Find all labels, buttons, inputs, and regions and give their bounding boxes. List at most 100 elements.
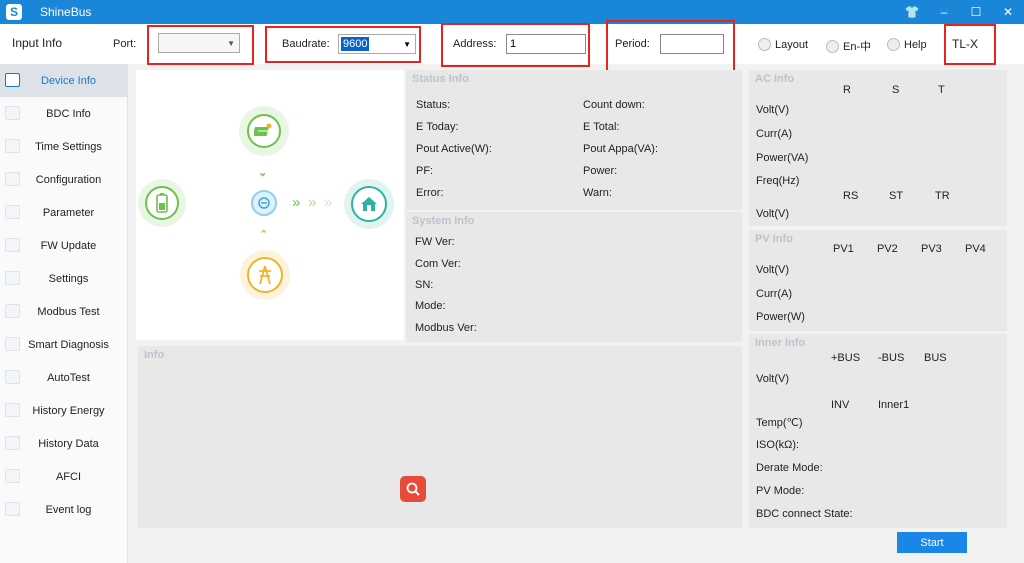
gear-icon xyxy=(5,271,20,285)
sidebar-item-time-settings[interactable]: Time Settings xyxy=(0,130,127,163)
ac-info-panel: AC Info R S T Volt(V) Curr(A) Power(VA) … xyxy=(749,70,1007,226)
panel-title: System Info xyxy=(412,215,475,227)
line-rs-header: RS xyxy=(843,190,859,202)
sidebar-item-parameter[interactable]: Parameter xyxy=(0,196,127,229)
e-today-label: E Today: xyxy=(416,121,459,133)
language-button[interactable]: En-中 xyxy=(826,38,871,54)
phase-r-header: R xyxy=(843,84,851,96)
grid-tower-icon xyxy=(247,257,283,293)
sidebar-item-smart-diagnosis[interactable]: Smart Diagnosis xyxy=(0,328,127,361)
warn-label: Warn: xyxy=(583,187,612,199)
bus-volt-label: Volt(V) xyxy=(756,373,790,385)
panel-title: PV Info xyxy=(755,233,793,245)
temp-label: Temp(℃) xyxy=(756,417,803,429)
flow-arrow: » xyxy=(308,194,317,211)
energy-flow-diagram: ⌄ » » » ⌃ xyxy=(136,70,404,340)
annotation-box-address xyxy=(441,23,590,67)
phase-s-header: S xyxy=(892,84,900,96)
panel-title: Status Info xyxy=(412,73,469,85)
sidebar-item-event-log[interactable]: Event log xyxy=(0,493,127,526)
help-label: Help xyxy=(904,38,927,51)
minimize-button[interactable]: – xyxy=(928,0,960,24)
line-tr-header: TR xyxy=(935,190,950,202)
count-down-label: Count down: xyxy=(583,99,645,111)
pv-volt-label: Volt(V) xyxy=(756,264,790,276)
e-total-label: E Total: xyxy=(583,121,620,133)
ac-line-volt-label: Volt(V) xyxy=(756,208,790,220)
battery-icon xyxy=(145,186,179,220)
ac-freq-label: Freq(Hz) xyxy=(756,175,800,187)
ac-volt-label: Volt(V) xyxy=(756,104,790,116)
close-button[interactable]: ✕ xyxy=(992,0,1024,24)
mode-label: Mode: xyxy=(415,300,446,312)
app-logo-icon: S xyxy=(6,4,22,20)
sidebar-item-history-data[interactable]: History Data xyxy=(0,427,127,460)
maximize-button[interactable]: ☐ xyxy=(960,0,992,24)
sidebar-item-settings[interactable]: Settings xyxy=(0,262,127,295)
sidebar: Device Info BDC Info Time Settings Confi… xyxy=(0,64,128,563)
ac-curr-label: Curr(A) xyxy=(756,128,793,140)
layout-label: Layout xyxy=(775,38,809,51)
upload-icon xyxy=(5,238,20,252)
bus-header: BUS xyxy=(924,352,947,364)
fw-ver-label: FW Ver: xyxy=(415,236,455,248)
pout-active-label: Pout Active(W): xyxy=(416,143,492,155)
search-button[interactable] xyxy=(400,476,426,502)
sidebar-item-bdc-info[interactable]: BDC Info xyxy=(0,97,127,130)
sidebar-item-autotest[interactable]: AutoTest xyxy=(0,361,127,394)
diagnosis-icon xyxy=(5,337,20,351)
modbus-ver-label: Modbus Ver: xyxy=(415,322,477,334)
layout-icon xyxy=(758,38,771,51)
solar-panel-icon xyxy=(247,114,281,148)
sidebar-item-fw-update[interactable]: FW Update xyxy=(0,229,127,262)
document-icon xyxy=(5,73,20,87)
help-button[interactable]: Help xyxy=(887,38,927,51)
chevron-down-icon: ⌄ xyxy=(258,167,268,179)
status-info-panel: Status Info Status: E Today: Pout Active… xyxy=(406,70,742,210)
panel-title: AC Info xyxy=(755,73,795,85)
minus-bus-header: -BUS xyxy=(878,352,905,364)
inv-temp-header: INV xyxy=(831,399,850,411)
clock-icon xyxy=(5,139,20,153)
power-label: Power: xyxy=(583,165,618,177)
autotest-icon xyxy=(5,370,20,384)
pv4-header: PV4 xyxy=(965,243,986,255)
pv-curr-label: Curr(A) xyxy=(756,288,793,300)
sn-label: SN: xyxy=(415,279,434,291)
com-ver-label: Com Ver: xyxy=(415,258,461,270)
status-label: Status: xyxy=(416,99,451,111)
pv-power-label: Power(W) xyxy=(756,311,805,323)
line-st-header: ST xyxy=(889,190,904,202)
phase-t-header: T xyxy=(938,84,945,96)
search-icon xyxy=(406,482,420,496)
sidebar-item-history-energy[interactable]: History Energy xyxy=(0,394,127,427)
skin-icon[interactable]: 👕 xyxy=(896,0,928,24)
layout-button[interactable]: Layout xyxy=(758,38,808,51)
chevron-up-icon: ⌃ xyxy=(259,229,269,241)
error-label: Error: xyxy=(416,187,444,199)
pv2-header: PV2 xyxy=(877,243,898,255)
title-bar: S ShineBus 👕 – ☐ ✕ xyxy=(0,0,1024,24)
afci-icon xyxy=(5,469,20,483)
globe-icon xyxy=(826,39,839,53)
sidebar-item-modbus-test[interactable]: Modbus Test xyxy=(0,295,127,328)
language-label: En-中 xyxy=(843,41,872,53)
sidebar-item-configuration[interactable]: Configuration xyxy=(0,163,127,196)
inverter-icon xyxy=(251,190,277,216)
system-info-panel: System Info FW Ver: Com Ver: SN: Mode: M… xyxy=(406,212,742,342)
start-button[interactable]: Start xyxy=(897,532,967,553)
annotation-box-port xyxy=(147,25,254,65)
sidebar-item-afci[interactable]: AFCI xyxy=(0,460,127,493)
panel-title: Inner Info xyxy=(755,337,806,349)
pv1-header: PV1 xyxy=(833,243,854,255)
panel-title: Info xyxy=(144,349,165,361)
flow-arrow: » xyxy=(292,194,301,211)
flow-arrow: » xyxy=(324,194,333,211)
annotation-box-baudrate xyxy=(265,26,421,63)
pv-mode-label: PV Mode: xyxy=(756,485,805,497)
event-log-icon xyxy=(5,502,20,516)
history-icon xyxy=(5,436,20,450)
port-label: Port: xyxy=(113,38,137,50)
sidebar-item-device-info[interactable]: Device Info xyxy=(0,64,127,97)
help-icon xyxy=(887,38,900,51)
